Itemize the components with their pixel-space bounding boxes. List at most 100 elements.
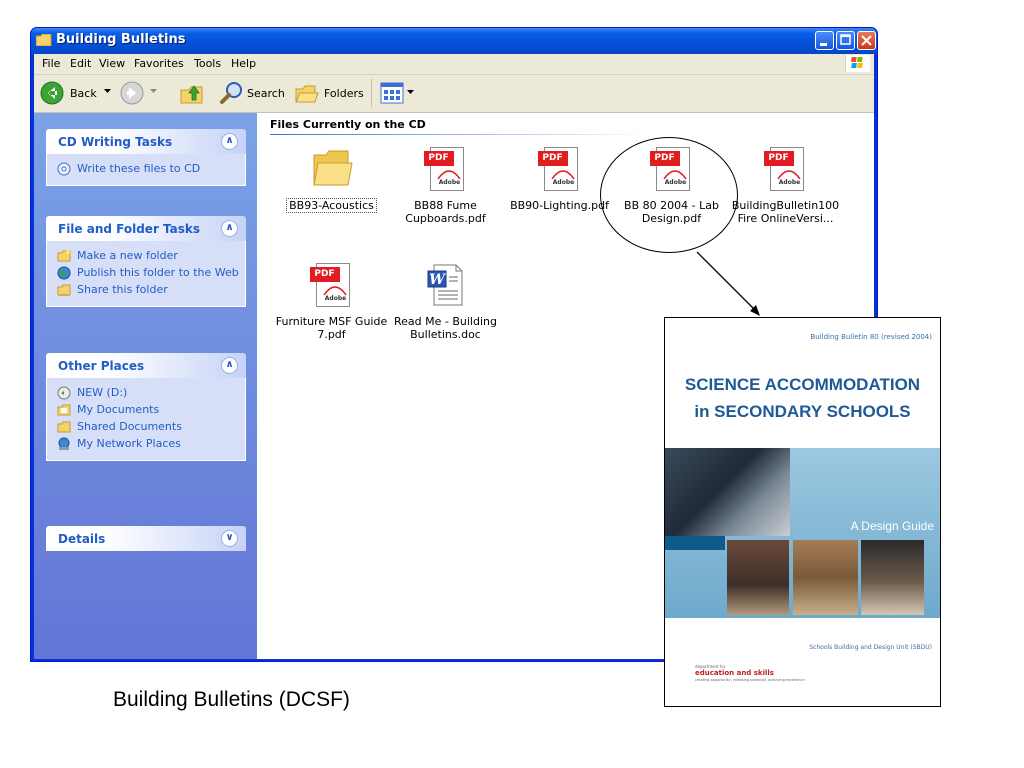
place-my-documents[interactable]: My Documents: [47, 403, 245, 416]
panel-title: Other Places: [58, 359, 145, 373]
standard-toolbar: Back Search Folders: [34, 75, 874, 113]
place-new-d-drive[interactable]: NEW (D:): [47, 386, 245, 400]
cover-title-line-1: SCIENCE ACCOMMODATION: [684, 375, 921, 394]
file-item[interactable]: PDF Adobe BB88 Fume Cupboards.pdf: [388, 145, 503, 225]
up-folder-icon[interactable]: [179, 80, 205, 106]
collapse-chevron-icon[interactable]: ∧: [221, 133, 238, 150]
shared-documents-icon: [57, 421, 71, 433]
cover-series: Building Bulletin 80 (revised 2004): [810, 333, 932, 341]
svg-text:W: W: [429, 272, 446, 288]
panel-header[interactable]: CD Writing Tasks ∧: [46, 129, 246, 154]
panel-header[interactable]: File and Folder Tasks ∧: [46, 216, 246, 241]
place-my-network-places[interactable]: My Network Places: [47, 437, 245, 450]
cover-dept-logo: education and skills: [695, 669, 774, 677]
windows-logo-icon: [845, 55, 870, 72]
details-panel: Details ∨: [46, 526, 246, 551]
panel-body: Make a new folder Publish this folder to…: [46, 241, 246, 307]
slide-caption: Building Bulletins (DCSF): [113, 688, 350, 711]
pdf-icon: PDF Adobe: [308, 261, 356, 309]
experiment-photo: [861, 540, 924, 615]
word-document-icon: W: [422, 261, 470, 309]
pdf-icon: PDF Adobe: [422, 145, 470, 193]
folder-icon: [36, 34, 52, 46]
file-name: BB93-Acoustics: [274, 198, 389, 213]
panel-body: NEW (D:) My Documents Shared Documents M…: [46, 378, 246, 461]
menu-tools[interactable]: Tools: [194, 57, 221, 70]
cd-drive-icon: [57, 386, 71, 400]
cd-write-icon: [57, 162, 71, 176]
highlight-circle: [600, 137, 738, 253]
task-pane: CD Writing Tasks ∧ Write these files to …: [34, 113, 257, 659]
collapse-chevron-icon[interactable]: ∧: [221, 220, 238, 237]
file-item[interactable]: BB93-Acoustics: [274, 145, 389, 213]
task-publish-web[interactable]: Publish this folder to the Web: [47, 266, 245, 280]
views-icon[interactable]: [380, 82, 404, 104]
file-name: BB88 Fume Cupboards.pdf: [405, 199, 486, 225]
minimize-button[interactable]: [815, 31, 834, 50]
task-new-folder[interactable]: Make a new folder: [47, 249, 245, 262]
panel-title: CD Writing Tasks: [58, 135, 173, 149]
back-arrow-icon[interactable]: [40, 81, 64, 105]
menu-favorites[interactable]: Favorites: [134, 57, 184, 70]
file-name: Furniture MSF Guide 7.pdf: [275, 315, 388, 341]
toolbar-separator: [371, 79, 372, 107]
panel-title: Details: [58, 532, 106, 546]
maximize-icon: [840, 34, 851, 45]
maximize-button[interactable]: [836, 31, 855, 50]
close-icon: [861, 35, 872, 46]
folder-icon: [308, 145, 356, 193]
menu-file[interactable]: File: [42, 57, 60, 70]
globe-icon: [57, 266, 71, 280]
file-name: Read Me - Building Bulletins.doc: [394, 315, 497, 341]
cover-subtitle: A Design Guide: [850, 519, 934, 533]
new-folder-icon: [57, 250, 71, 262]
folders-button[interactable]: Folders: [324, 87, 364, 100]
back-button[interactable]: Back: [70, 87, 97, 100]
chevron-down-icon[interactable]: [104, 89, 111, 95]
menu-help[interactable]: Help: [231, 57, 256, 70]
cover-title-line-2: in SECONDARY SCHOOLS: [694, 402, 911, 421]
task-share-folder[interactable]: Share this folder: [47, 283, 245, 296]
cd-writing-tasks-panel: CD Writing Tasks ∧ Write these files to …: [46, 129, 246, 186]
classroom-photo: [665, 448, 790, 536]
expand-chevron-icon[interactable]: ∨: [221, 530, 238, 547]
cover-unit: Schools Building and Design Unit (SBDU): [809, 644, 932, 651]
panel-title: File and Folder Tasks: [58, 222, 201, 236]
menu-bar: File Edit View Favorites Tools Help: [34, 54, 874, 75]
chevron-down-icon[interactable]: [150, 89, 157, 95]
panel-header[interactable]: Details ∨: [46, 526, 246, 551]
share-folder-icon: [57, 284, 71, 296]
collapse-chevron-icon[interactable]: ∧: [221, 357, 238, 374]
pdf-icon: PDF Adobe: [762, 145, 810, 193]
chevron-down-icon[interactable]: [407, 90, 414, 96]
window-title: Building Bulletins: [56, 32, 186, 47]
panel-header[interactable]: Other Places ∧: [46, 353, 246, 378]
menu-view[interactable]: View: [99, 57, 125, 70]
cover-dept-tagline: creating opportunity, releasing potentia…: [695, 678, 805, 682]
file-item[interactable]: PDF Adobe Furniture MSF Guide 7.pdf: [274, 261, 389, 341]
students-photo: [727, 540, 789, 615]
group-header: Files Currently on the CD: [270, 118, 426, 131]
close-button[interactable]: [857, 31, 876, 50]
folders-icon[interactable]: [294, 81, 320, 105]
group-divider: [270, 134, 650, 135]
my-documents-icon: [57, 404, 71, 416]
document-cover-preview: Building Bulletin 80 (revised 2004) SCIE…: [664, 317, 941, 707]
search-button[interactable]: Search: [247, 87, 285, 100]
pdf-icon: PDF Adobe: [536, 145, 584, 193]
forward-arrow-icon[interactable]: [120, 81, 144, 105]
title-bar[interactable]: Building Bulletins: [31, 28, 877, 54]
file-item[interactable]: W Read Me - Building Bulletins.doc: [388, 261, 503, 341]
menu-edit[interactable]: Edit: [70, 57, 91, 70]
file-name: BuildingBulletin100 Fire OnlineVersi...: [731, 199, 840, 225]
search-icon[interactable]: [219, 80, 245, 106]
network-places-icon: [58, 437, 70, 450]
file-item[interactable]: PDF Adobe BuildingBulletin100 Fire Onlin…: [728, 145, 843, 225]
place-shared-documents[interactable]: Shared Documents: [47, 420, 245, 433]
file-folder-tasks-panel: File and Folder Tasks ∧ Make a new folde…: [46, 216, 246, 307]
photo-accent-bar: [665, 536, 725, 550]
task-write-to-cd[interactable]: Write these files to CD: [47, 162, 245, 176]
minimize-icon: [820, 43, 827, 46]
lab-photo: [793, 540, 858, 615]
panel-body: Write these files to CD: [46, 154, 246, 186]
